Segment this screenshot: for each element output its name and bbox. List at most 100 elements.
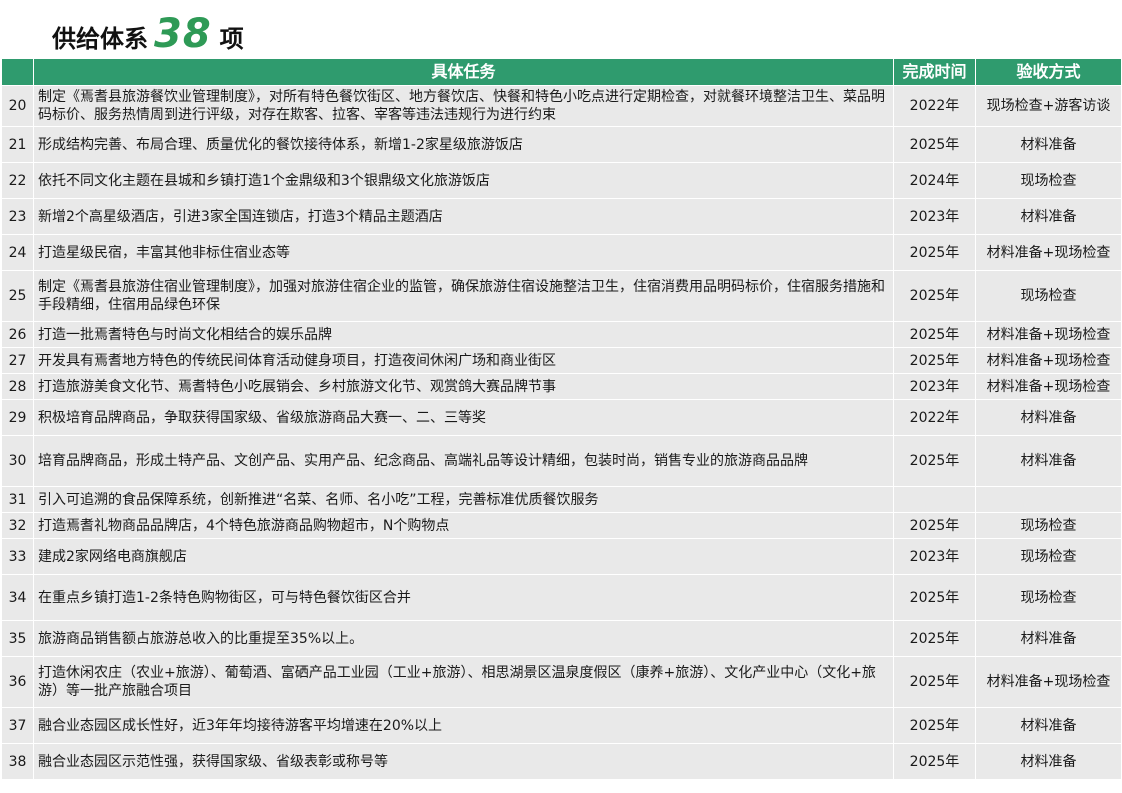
- row-method: 材料准备+现场检查: [975, 347, 1122, 374]
- row-number: 20: [1, 85, 34, 127]
- row-number: 30: [1, 435, 34, 487]
- row-task: 打造休闲农庄（农业+旅游）、葡萄酒、富硒产品工业园（工业+旅游）、相思湖景区温泉…: [33, 656, 894, 708]
- row-time: 2025年: [893, 512, 976, 539]
- row-time: 2025年: [893, 270, 976, 322]
- title-suffix: 项: [219, 25, 244, 53]
- header-task: 具体任务: [33, 58, 894, 86]
- row-time: 2025年: [893, 234, 976, 271]
- table-row: 29 积极培育品牌商品，争取获得国家级、省级旅游商品大赛一、二、三等奖 2022…: [1, 399, 1122, 436]
- row-task: 开发具有焉耆地方特色的传统民间体育活动健身项目，打造夜间休闲广场和商业街区: [33, 347, 894, 374]
- table-row: 32 打造焉耆礼物商品品牌店，4个特色旅游商品购物超市，N个购物点 2025年 …: [1, 512, 1122, 539]
- row-method: 材料准备: [975, 707, 1122, 744]
- row-method: 材料准备: [975, 743, 1122, 780]
- task-table: 具体任务 完成时间 验收方式 20 制定《焉耆县旅游餐饮业管理制度》，对所有特色…: [1, 58, 1122, 780]
- row-method: 现场检查: [975, 270, 1122, 322]
- table-row: 30 培育品牌商品，形成土特产品、文创产品、实用产品、纪念商品、高端礼品等设计精…: [1, 435, 1122, 487]
- row-method: [975, 486, 1122, 513]
- row-number: 35: [1, 620, 34, 657]
- table-row: 34 在重点乡镇打造1-2条特色购物街区，可与特色餐饮街区合并 2025年 现场…: [1, 574, 1122, 621]
- row-task: 新增2个高星级酒店，引进3家全国连锁店，打造3个精品主题酒店: [33, 198, 894, 235]
- row-task: 形成结构完善、布局合理、质量优化的餐饮接待体系，新增1-2家星级旅游饭店: [33, 126, 894, 163]
- row-time: 2025年: [893, 743, 976, 780]
- row-number: 31: [1, 486, 34, 513]
- table-row: 22 依托不同文化主题在县城和乡镇打造1个金鼎级和3个银鼎级文化旅游饭店 202…: [1, 162, 1122, 199]
- table-row: 21 形成结构完善、布局合理、质量优化的餐饮接待体系，新增1-2家星级旅游饭店 …: [1, 126, 1122, 163]
- row-time: 2025年: [893, 321, 976, 348]
- header-time: 完成时间: [893, 58, 976, 86]
- row-method: 材料准备+现场检查: [975, 373, 1122, 400]
- header-method: 验收方式: [975, 58, 1122, 86]
- row-method: 现场检查: [975, 162, 1122, 199]
- row-method: 材料准备: [975, 620, 1122, 657]
- row-time: 2025年: [893, 347, 976, 374]
- row-number: 36: [1, 656, 34, 708]
- table-row: 25 制定《焉耆县旅游住宿业管理制度》，加强对旅游住宿企业的监管，确保旅游住宿设…: [1, 270, 1122, 322]
- row-task: 积极培育品牌商品，争取获得国家级、省级旅游商品大赛一、二、三等奖: [33, 399, 894, 436]
- table-row: 38 融合业态园区示范性强，获得国家级、省级表彰或称号等 2025年 材料准备: [1, 743, 1122, 780]
- row-time: 2025年: [893, 435, 976, 487]
- row-number: 28: [1, 373, 34, 400]
- row-number: 33: [1, 538, 34, 575]
- row-task: 融合业态园区成长性好，近3年年均接待游客平均增速在20%以上: [33, 707, 894, 744]
- row-time: 2023年: [893, 538, 976, 575]
- row-method: 材料准备: [975, 126, 1122, 163]
- row-number: 26: [1, 321, 34, 348]
- table-row: 28 打造旅游美食文化节、焉耆特色小吃展销会、乡村旅游文化节、观赏鸽大赛品牌节事…: [1, 373, 1122, 400]
- row-time: 2025年: [893, 707, 976, 744]
- row-task: 依托不同文化主题在县城和乡镇打造1个金鼎级和3个银鼎级文化旅游饭店: [33, 162, 894, 199]
- row-number: 23: [1, 198, 34, 235]
- table-row: 26 打造一批焉耆特色与时尚文化相结合的娱乐品牌 2025年 材料准备+现场检查: [1, 321, 1122, 348]
- row-method: 现场检查: [975, 512, 1122, 539]
- row-number: 32: [1, 512, 34, 539]
- row-time: 2022年: [893, 399, 976, 436]
- row-number: 21: [1, 126, 34, 163]
- row-method: 材料准备+现场检查: [975, 234, 1122, 271]
- table-row: 31 引入可追溯的食品保障系统，创新推进“名菜、名师、名小吃”工程，完善标准优质…: [1, 486, 1122, 513]
- row-number: 29: [1, 399, 34, 436]
- row-time: 2024年: [893, 162, 976, 199]
- title-number: 38: [154, 11, 212, 57]
- row-time: 2025年: [893, 620, 976, 657]
- row-method: 材料准备+现场检查: [975, 656, 1122, 708]
- row-method: 现场检查: [975, 574, 1122, 621]
- row-task: 打造星级民宿，丰富其他非标住宿业态等: [33, 234, 894, 271]
- title-prefix: 供给体系: [52, 25, 148, 53]
- table-row: 37 融合业态园区成长性好，近3年年均接待游客平均增速在20%以上 2025年 …: [1, 707, 1122, 744]
- row-task: 打造焉耆礼物商品品牌店，4个特色旅游商品购物超市，N个购物点: [33, 512, 894, 539]
- row-method: 材料准备: [975, 435, 1122, 487]
- row-method: 现场检查+游客访谈: [975, 85, 1122, 127]
- row-method: 材料准备+现场检查: [975, 321, 1122, 348]
- row-task: 制定《焉耆县旅游餐饮业管理制度》，对所有特色餐饮街区、地方餐饮店、快餐和特色小吃…: [33, 85, 894, 127]
- row-time: 2025年: [893, 656, 976, 708]
- table-header-row: 具体任务 完成时间 验收方式: [1, 58, 1122, 86]
- row-task: 旅游商品销售额占旅游总收入的比重提至35%以上。: [33, 620, 894, 657]
- row-task: 融合业态园区示范性强，获得国家级、省级表彰或称号等: [33, 743, 894, 780]
- row-method: 现场检查: [975, 538, 1122, 575]
- row-time: 2022年: [893, 85, 976, 127]
- row-task: 打造旅游美食文化节、焉耆特色小吃展销会、乡村旅游文化节、观赏鸽大赛品牌节事: [33, 373, 894, 400]
- table-row: 27 开发具有焉耆地方特色的传统民间体育活动健身项目，打造夜间休闲广场和商业街区…: [1, 347, 1122, 374]
- row-task: 引入可追溯的食品保障系统，创新推进“名菜、名师、名小吃”工程，完善标准优质餐饮服…: [33, 486, 894, 513]
- table-row: 20 制定《焉耆县旅游餐饮业管理制度》，对所有特色餐饮街区、地方餐饮店、快餐和特…: [1, 85, 1122, 127]
- table-row: 23 新增2个高星级酒店，引进3家全国连锁店，打造3个精品主题酒店 2023年 …: [1, 198, 1122, 235]
- row-number: 27: [1, 347, 34, 374]
- row-number: 25: [1, 270, 34, 322]
- row-time: 2025年: [893, 574, 976, 621]
- row-number: 22: [1, 162, 34, 199]
- page-title: 供给体系 38 项: [52, 6, 244, 56]
- header-num: [1, 58, 34, 86]
- row-task: 在重点乡镇打造1-2条特色购物街区，可与特色餐饮街区合并: [33, 574, 894, 621]
- row-number: 24: [1, 234, 34, 271]
- table-row: 24 打造星级民宿，丰富其他非标住宿业态等 2025年 材料准备+现场检查: [1, 234, 1122, 271]
- row-number: 37: [1, 707, 34, 744]
- table-row: 35 旅游商品销售额占旅游总收入的比重提至35%以上。 2025年 材料准备: [1, 620, 1122, 657]
- row-time: 2025年: [893, 126, 976, 163]
- row-task: 制定《焉耆县旅游住宿业管理制度》，加强对旅游住宿企业的监管，确保旅游住宿设施整洁…: [33, 270, 894, 322]
- row-task: 打造一批焉耆特色与时尚文化相结合的娱乐品牌: [33, 321, 894, 348]
- row-number: 38: [1, 743, 34, 780]
- row-time: 2023年: [893, 373, 976, 400]
- row-task: 培育品牌商品，形成土特产品、文创产品、实用产品、纪念商品、高端礼品等设计精细，包…: [33, 435, 894, 487]
- row-time: 2023年: [893, 198, 976, 235]
- table-row: 36 打造休闲农庄（农业+旅游）、葡萄酒、富硒产品工业园（工业+旅游）、相思湖景…: [1, 656, 1122, 708]
- row-task: 建成2家网络电商旗舰店: [33, 538, 894, 575]
